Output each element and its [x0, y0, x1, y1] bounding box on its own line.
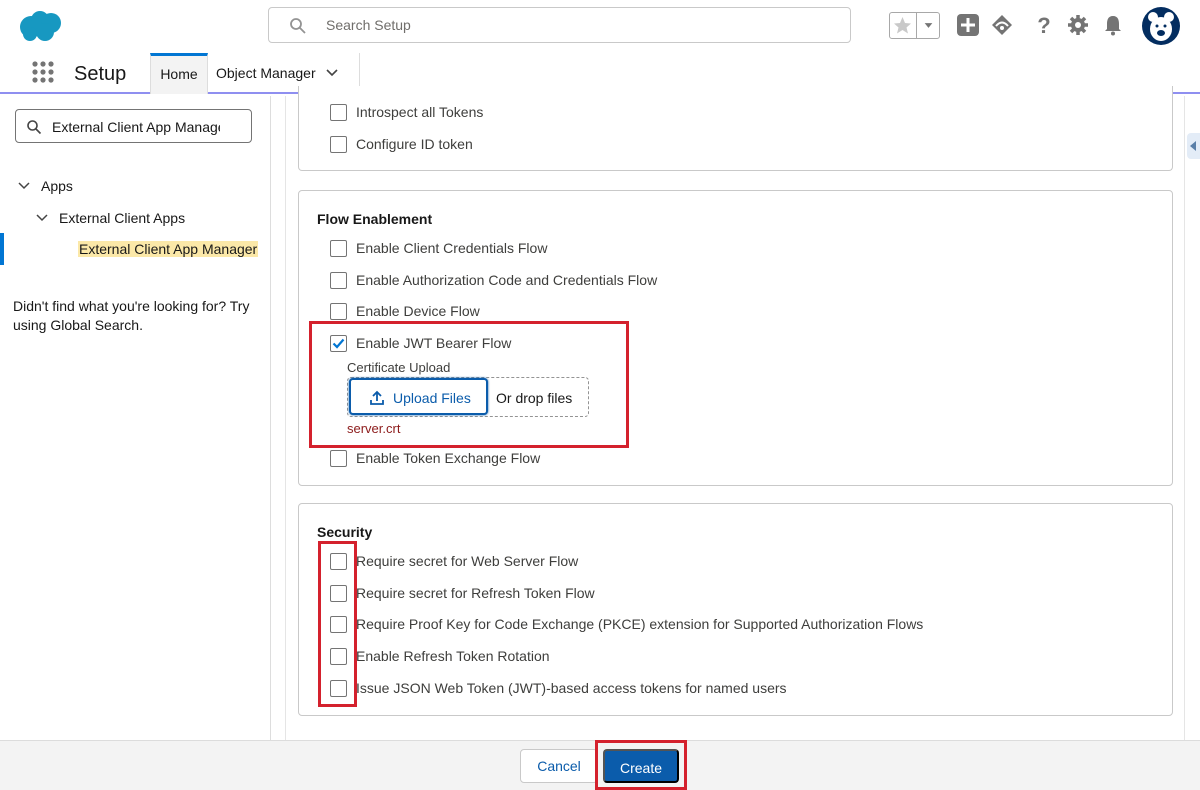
quick-find-value: External Client App Manager	[52, 119, 220, 135]
checkbox-label: Enable Token Exchange Flow	[356, 450, 541, 466]
gear-icon[interactable]	[1066, 13, 1090, 37]
chevron-down-icon[interactable]	[916, 13, 940, 38]
checkbox[interactable]	[330, 136, 347, 153]
oauth-settings-card	[298, 86, 1173, 171]
checkbox[interactable]	[330, 104, 347, 121]
tab-home[interactable]: Home	[150, 53, 208, 94]
quick-find-input[interactable]: External Client App Manager	[15, 109, 252, 143]
checkbox-label: Require secret for Refresh Token Flow	[356, 585, 595, 601]
cancel-button[interactable]: Cancel	[520, 749, 598, 783]
global-search-help-text: Didn't find what you're looking for? Try…	[13, 298, 250, 333]
chevron-left-icon	[1190, 141, 1196, 151]
tree-item-label: Apps	[41, 178, 73, 194]
star-icon[interactable]	[890, 13, 915, 38]
checkbox[interactable]	[330, 240, 347, 257]
tree-item-label: External Client Apps	[59, 210, 186, 226]
user-avatar[interactable]	[1142, 7, 1180, 45]
bear-avatar-icon	[1148, 12, 1174, 41]
global-header: Search Setup ?	[0, 0, 1200, 52]
security-checkboxes-highlight-box	[318, 541, 357, 707]
chevron-down-icon[interactable]	[325, 67, 339, 79]
checkbox[interactable]	[330, 450, 347, 467]
add-icon[interactable]	[956, 13, 980, 37]
panel-collapse-handle[interactable]	[1187, 133, 1200, 159]
search-icon	[290, 18, 306, 34]
chevron-down-icon[interactable]	[36, 213, 48, 223]
checkbox-label: Enable Refresh Token Rotation	[356, 648, 550, 664]
checkbox-label: Require Proof Key for Code Exchange (PKC…	[356, 616, 924, 632]
search-icon	[27, 120, 42, 135]
tab-object-manager-label: Object Manager	[216, 65, 316, 81]
tree-item-label: External Client App Manager	[78, 241, 259, 257]
setup-sidebar: External Client App Manager Apps Externa…	[0, 96, 271, 740]
tree-item-external-client-app-manager[interactable]: External Client App Manager	[0, 233, 271, 265]
svg-text:?: ?	[1037, 13, 1050, 37]
app-title: Setup	[74, 63, 127, 85]
checkbox[interactable]	[330, 272, 347, 289]
checkbox-label: Issue JSON Web Token (JWT)-based access …	[356, 680, 787, 696]
search-placeholder: Search Setup	[326, 17, 411, 33]
chevron-down-icon[interactable]	[18, 181, 30, 191]
salesforce-logo-icon[interactable]	[18, 10, 64, 42]
flow-enablement-title: Flow Enablement	[317, 211, 433, 227]
checkbox-label: Configure ID token	[356, 136, 473, 152]
checkbox-label: Introspect all Tokens	[356, 104, 484, 120]
security-title: Security	[317, 524, 373, 540]
help-icon[interactable]: ?	[1032, 13, 1056, 37]
selected-indicator	[0, 233, 4, 265]
app-launcher-icon[interactable]	[31, 60, 55, 84]
global-search-input[interactable]: Search Setup	[268, 7, 851, 43]
favorites-control[interactable]	[889, 12, 940, 39]
trailhead-icon[interactable]	[990, 13, 1014, 37]
checkbox-label: Enable Client Credentials Flow	[356, 240, 548, 256]
bell-icon[interactable]	[1101, 13, 1125, 37]
checkbox-label: Require secret for Web Server Flow	[356, 553, 579, 569]
checkbox-label: Enable Authorization Code and Credential…	[356, 272, 658, 288]
create-highlight-box	[595, 740, 687, 790]
jwt-highlight-box	[309, 321, 629, 448]
checkbox[interactable]	[330, 303, 347, 320]
checkbox-label: Enable Device Flow	[356, 303, 480, 319]
